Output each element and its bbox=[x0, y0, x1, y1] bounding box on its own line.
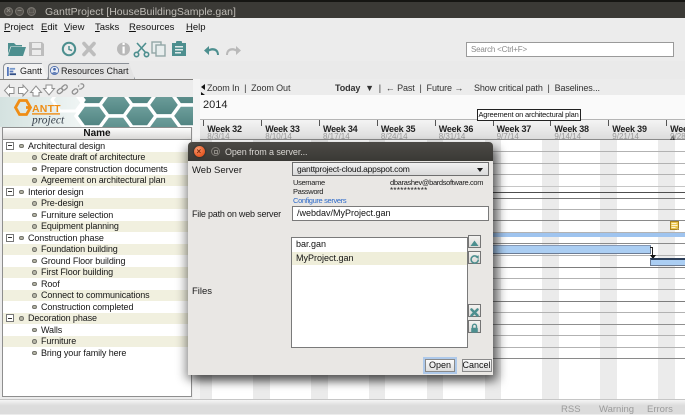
svg-text:project: project bbox=[31, 115, 65, 127]
svg-text:ANTT: ANTT bbox=[32, 103, 61, 115]
